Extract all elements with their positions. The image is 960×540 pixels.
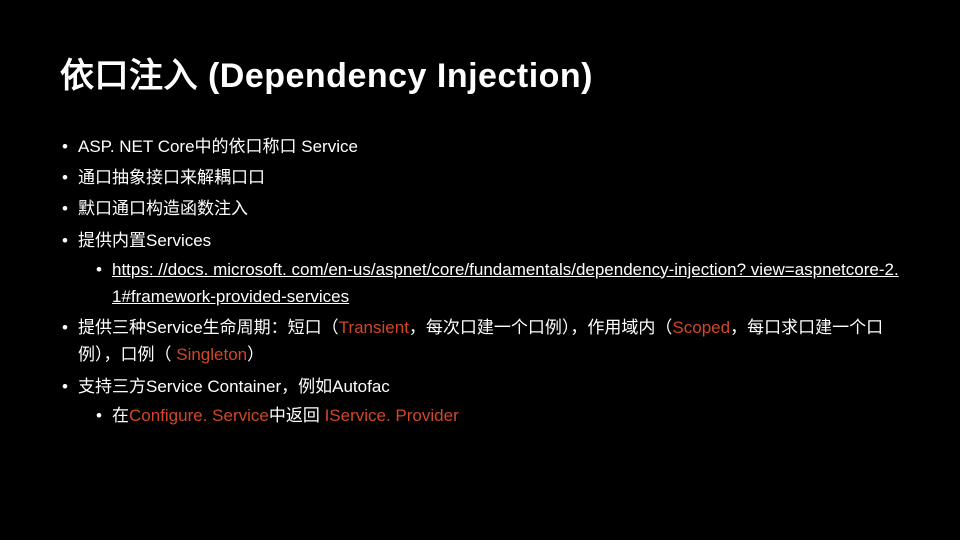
sub-list: 在Configure. Service中返回 IService. Provide…	[78, 402, 900, 429]
keyword-iservice-provider: IService. Provider	[325, 406, 459, 425]
bullet-item: 默口通口构造函数注入	[60, 195, 900, 222]
bullet-item: 提供内置Services https: //docs. microsoft. c…	[60, 227, 900, 311]
sub-list: https: //docs. microsoft. com/en-us/aspn…	[78, 256, 900, 310]
bullet-item: 支持三方Service Container，例如Autofac 在Configu…	[60, 373, 900, 429]
docs-link[interactable]: https: //docs. microsoft. com/en-us/aspn…	[112, 260, 899, 306]
keyword-transient: Transient	[339, 318, 409, 337]
sub-item: 在Configure. Service中返回 IService. Provide…	[78, 402, 900, 429]
bullet-list: ASP. NET Core中的依口称口 Service 通口抽象接口来解耦口口 …	[60, 133, 900, 429]
bullet-item: 通口抽象接口来解耦口口	[60, 164, 900, 191]
sub-item: https: //docs. microsoft. com/en-us/aspn…	[78, 256, 900, 310]
slide-title: 依口注入 (Dependency Injection)	[60, 48, 900, 97]
bullet-item: 提供三种Service生命周期：短口（Transient，每次口建一个口例），作…	[60, 314, 900, 368]
text-fragment: ）	[247, 345, 264, 364]
bullet-text: 提供内置Services	[78, 231, 211, 250]
keyword-scoped: Scoped	[672, 318, 730, 337]
keyword-singleton: Singleton	[176, 345, 247, 364]
slide: 依口注入 (Dependency Injection) ASP. NET Cor…	[0, 0, 960, 429]
keyword-configure-service: Configure. Service	[129, 406, 269, 425]
text-fragment: 提供三种Service生命周期：短口（	[78, 318, 339, 337]
bullet-text: 支持三方Service Container，例如Autofac	[78, 377, 390, 396]
text-fragment: 在	[112, 406, 129, 425]
text-fragment: ，每次口建一个口例），作用域内（	[409, 318, 673, 337]
bullet-item: ASP. NET Core中的依口称口 Service	[60, 133, 900, 160]
text-fragment: 中返回	[269, 406, 325, 425]
